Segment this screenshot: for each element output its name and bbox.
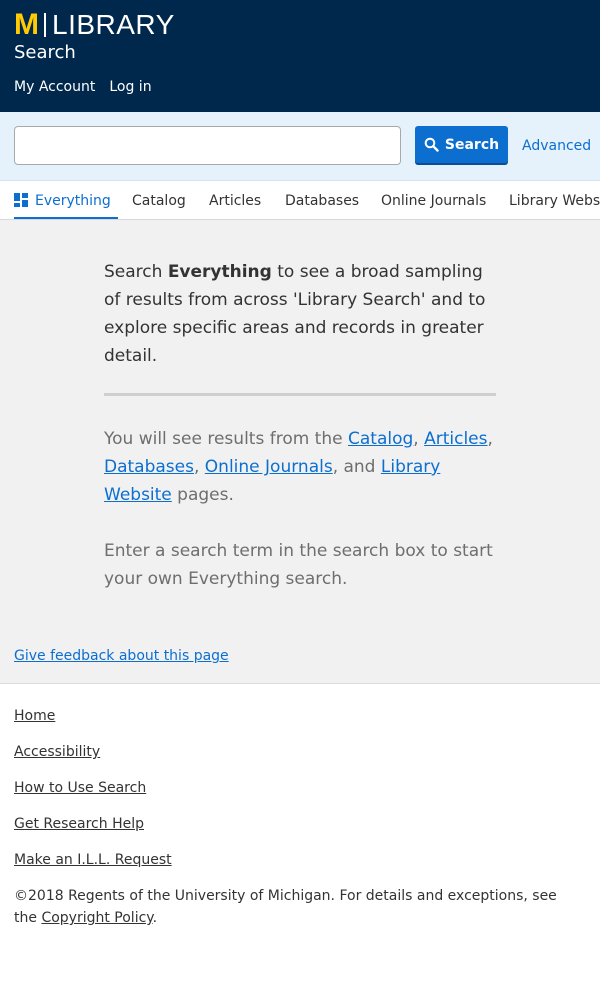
tab-everything-label: Everything xyxy=(35,193,111,209)
tab-articles[interactable]: Articles xyxy=(209,181,262,219)
logo-divider xyxy=(44,13,46,37)
results-prefix: You will see results from the xyxy=(104,429,348,449)
search-button[interactable]: Search xyxy=(415,126,508,163)
search-button-label: Search xyxy=(444,136,500,153)
tab-online-journals[interactable]: Online Journals xyxy=(381,181,487,219)
logo-library-text: LIBRARY xyxy=(52,9,175,40)
results-sources-text: You will see results from the Catalog, A… xyxy=(104,425,496,509)
tab-online-journals-label: Online Journals xyxy=(381,193,487,209)
intro-before: Search xyxy=(104,262,168,282)
copyright-notice: ©2018 Regents of the University of Michi… xyxy=(14,885,574,929)
intro-text: Search Everything to see a broad samplin… xyxy=(104,258,496,370)
section-divider xyxy=(104,393,496,396)
results-and: , and xyxy=(332,457,381,477)
copyright-policy-link[interactable]: Copyright Policy xyxy=(41,910,152,926)
everything-landing: Search Everything to see a broad samplin… xyxy=(104,258,496,593)
footer-link-ill-request[interactable]: Make an I.L.L. Request xyxy=(14,850,172,870)
search-input[interactable] xyxy=(14,126,401,165)
my-account-link[interactable]: My Account xyxy=(14,77,95,97)
results-suffix: pages. xyxy=(171,485,234,505)
feedback-link[interactable]: Give feedback about this page xyxy=(14,648,229,664)
search-icon xyxy=(424,137,439,152)
site-header: M LIBRARY Search My Account Log in xyxy=(0,0,600,112)
results-sep: , xyxy=(413,429,425,449)
footer-link-home[interactable]: Home xyxy=(14,706,172,726)
log-in-link[interactable]: Log in xyxy=(109,77,151,97)
footer-link-how-to-use-search[interactable]: How to Use Search xyxy=(14,778,172,798)
tab-databases[interactable]: Databases xyxy=(285,181,360,219)
search-tabs: Everything Catalog Articles Databases On… xyxy=(0,180,600,220)
tab-catalog-label: Catalog xyxy=(132,193,186,209)
library-logo[interactable]: M LIBRARY xyxy=(14,8,175,41)
intro-bold: Everything xyxy=(167,262,272,282)
grid-icon xyxy=(14,192,28,207)
results-sep: , xyxy=(487,429,493,449)
tab-databases-label: Databases xyxy=(285,193,360,209)
tab-everything[interactable]: Everything xyxy=(14,181,118,219)
account-nav: My Account Log in xyxy=(14,77,166,97)
advanced-search-link[interactable]: Advanced xyxy=(522,136,591,156)
tab-catalog[interactable]: Catalog xyxy=(132,181,186,219)
catalog-link[interactable]: Catalog xyxy=(348,429,413,449)
enter-search-text: Enter a search term in the search box to… xyxy=(104,541,493,589)
search-area: Search Advanced xyxy=(0,112,600,180)
articles-link[interactable]: Articles xyxy=(424,429,487,449)
databases-link[interactable]: Databases xyxy=(104,457,194,477)
main-content-area: Search Everything to see a broad samplin… xyxy=(0,220,600,683)
site-footer: Home Accessibility How to Use Search Get… xyxy=(0,683,600,999)
footer-links: Home Accessibility How to Use Search Get… xyxy=(14,706,172,886)
site-name[interactable]: Search xyxy=(14,41,76,65)
results-sep: , xyxy=(193,457,205,477)
copyright-end: . xyxy=(152,910,158,926)
footer-link-accessibility[interactable]: Accessibility xyxy=(14,742,172,762)
footer-link-get-research-help[interactable]: Get Research Help xyxy=(14,814,172,834)
tab-library-website-label: Library Website xyxy=(509,193,600,209)
online-journals-link[interactable]: Online Journals xyxy=(205,457,333,477)
tab-library-website[interactable]: Library Website xyxy=(509,181,600,219)
logo-m: M xyxy=(14,8,39,41)
tab-articles-label: Articles xyxy=(209,193,262,209)
